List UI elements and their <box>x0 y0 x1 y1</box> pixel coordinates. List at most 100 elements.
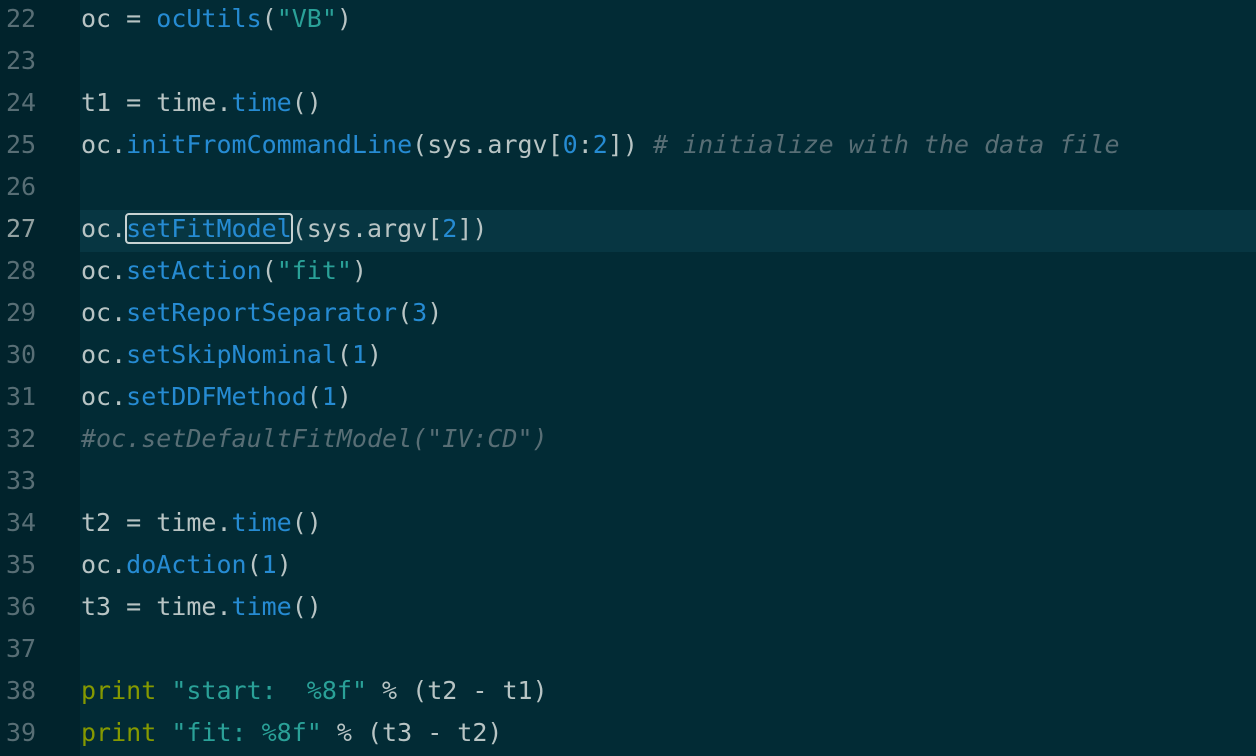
line-number: 30 <box>6 340 37 369</box>
line-content[interactable]: oc.setFitModel(sys.argv[2]) <box>80 210 1256 252</box>
code-token: 2 <box>592 130 608 159</box>
code-token: oc. <box>81 340 127 369</box>
code-token: oc = <box>81 4 157 33</box>
code-token: print <box>81 676 157 705</box>
code-line[interactable]: 26 <box>0 168 1256 210</box>
code-token: % (t2 - t1) <box>367 676 548 705</box>
code-line[interactable]: 23 <box>0 42 1256 84</box>
line-content[interactable]: oc.setDDFMethod(1) <box>80 378 1256 420</box>
code-line[interactable]: 22 oc = ocUtils("VB") <box>0 0 1256 42</box>
code-line[interactable]: 24 t1 = time.time() <box>0 84 1256 126</box>
code-token: "fit" <box>276 256 352 285</box>
code-token: setReportSeparator <box>126 298 398 327</box>
line-number: 22 <box>6 4 37 33</box>
code-token: ) <box>367 340 383 369</box>
code-token: : <box>577 130 593 159</box>
line-content[interactable]: t3 = time.time() <box>80 588 1256 630</box>
code-token: ]) <box>607 130 653 159</box>
line-content[interactable]: oc = ocUtils("VB") <box>80 0 1256 42</box>
line-content[interactable]: #oc.setDefaultFitModel("IV:CD") <box>80 420 1256 462</box>
code-line[interactable]: 33 <box>0 462 1256 504</box>
code-token: ) <box>336 4 352 33</box>
line-number: 36 <box>6 592 37 621</box>
code-token: setDDFMethod <box>126 382 307 411</box>
line-number: 32 <box>6 424 37 453</box>
code-token: ( <box>306 382 322 411</box>
code-line[interactable]: 38 print "start: %8f" % (t2 - t1) <box>0 672 1256 714</box>
code-token: (sys.argv[ <box>291 214 443 243</box>
line-number: 29 <box>6 298 37 327</box>
code-token: oc. <box>81 298 127 327</box>
code-line[interactable]: 37 <box>0 630 1256 672</box>
code-line[interactable]: 32 #oc.setDefaultFitModel("IV:CD") <box>0 420 1256 462</box>
code-token: ) <box>427 298 443 327</box>
line-content[interactable]: oc.setReportSeparator(3) <box>80 294 1256 336</box>
code-token: "start: %8f" <box>171 676 367 705</box>
line-number: 38 <box>6 676 37 705</box>
code-token: 1 <box>351 340 367 369</box>
code-token: doAction <box>126 550 247 579</box>
line-number: 25 <box>6 130 37 159</box>
code-line[interactable]: 31 oc.setDDFMethod(1) <box>0 378 1256 420</box>
code-token: setSkipNominal <box>126 340 337 369</box>
code-line[interactable]: 34 t2 = time.time() <box>0 504 1256 546</box>
line-content[interactable] <box>80 42 1256 84</box>
code-line[interactable]: 25 oc.initFromCommandLine(sys.argv[0:2]) … <box>0 126 1256 168</box>
line-content[interactable]: oc.doAction(1) <box>80 546 1256 588</box>
code-token: 2 <box>442 214 458 243</box>
code-line[interactable]: 30 oc.setSkipNominal(1) <box>0 336 1256 378</box>
line-number: 39 <box>6 718 37 747</box>
code-line[interactable]: 29 oc.setReportSeparator(3) <box>0 294 1256 336</box>
code-token: 3 <box>412 298 428 327</box>
code-token: oc. <box>81 550 127 579</box>
line-number: 28 <box>6 256 37 285</box>
code-token: print <box>81 718 157 747</box>
code-lines[interactable]: 22 oc = ocUtils("VB") 23 24 t1 = time.time()… <box>0 0 1256 756</box>
code-token: ) <box>276 550 292 579</box>
code-editor[interactable]: 22 oc = ocUtils("VB") 23 24 t1 = time.time()… <box>0 0 1256 756</box>
line-number: 23 <box>6 46 37 75</box>
line-content[interactable] <box>80 630 1256 672</box>
line-content[interactable] <box>80 462 1256 504</box>
line-number: 31 <box>6 382 37 411</box>
code-token: % (t3 - t2) <box>321 718 503 747</box>
line-content[interactable]: print "fit: %8f" % (t3 - t2) <box>80 714 1256 756</box>
line-number: 34 <box>6 508 37 537</box>
code-token: t2 = time. <box>81 508 232 537</box>
line-content[interactable]: oc.setSkipNominal(1) <box>80 336 1256 378</box>
line-content[interactable] <box>80 168 1256 210</box>
line-number: 27 <box>6 214 37 243</box>
code-line[interactable]: 28 oc.setAction("fit") <box>0 252 1256 294</box>
code-token: time <box>231 508 292 537</box>
code-token: initFromCommandLine <box>126 130 413 159</box>
code-line[interactable]: 36 t3 = time.time() <box>0 588 1256 630</box>
code-token: 1 <box>261 550 277 579</box>
code-token: t1 = time. <box>81 88 232 117</box>
code-token: ( <box>261 4 277 33</box>
line-number: 24 <box>6 88 37 117</box>
code-token: () <box>291 508 322 537</box>
code-token: setAction <box>126 256 262 285</box>
code-token: #oc.setDefaultFitModel("IV:CD") <box>81 424 548 453</box>
code-line[interactable]: 39 print "fit: %8f" % (t3 - t2) <box>0 714 1256 756</box>
code-token: () <box>291 88 322 117</box>
line-number: 35 <box>6 550 37 579</box>
code-line[interactable]: 27 oc.setFitModel(sys.argv[2]) <box>0 210 1256 252</box>
line-content[interactable]: oc.setAction("fit") <box>80 252 1256 294</box>
line-content[interactable]: t1 = time.time() <box>80 84 1256 126</box>
code-token: ]) <box>457 214 488 243</box>
line-content[interactable]: print "start: %8f" % (t2 - t1) <box>80 672 1256 714</box>
code-token: (sys.argv[ <box>412 130 563 159</box>
line-number: 37 <box>6 634 37 663</box>
code-line[interactable]: 35 oc.doAction(1) <box>0 546 1256 588</box>
code-token: oc. <box>81 256 127 285</box>
code-token: ( <box>397 298 413 327</box>
code-token: "fit: %8f" <box>171 718 322 747</box>
selected-token: setFitModel <box>125 213 293 244</box>
line-content[interactable]: t2 = time.time() <box>80 504 1256 546</box>
code-token: oc. <box>81 130 127 159</box>
line-content[interactable]: oc.initFromCommandLine(sys.argv[0:2]) # … <box>80 126 1256 168</box>
code-token: ) <box>336 382 352 411</box>
